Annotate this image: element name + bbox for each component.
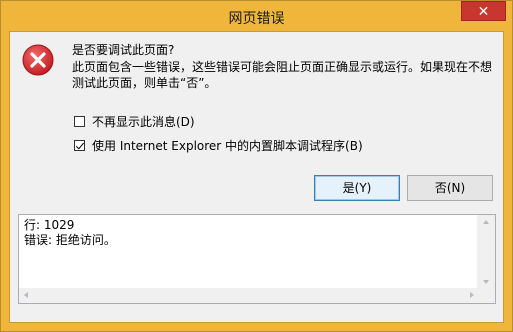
no-button[interactable]: 否(N) [407,175,493,201]
scroll-left-icon[interactable] [24,292,28,298]
message-body: 此页面包含一些错误，这些错误可能会阻止页面正确显示或运行。如果现在不想测试此页面… [72,60,493,90]
yes-button[interactable]: 是(Y) [314,175,400,201]
scroll-up-icon[interactable] [483,220,489,224]
horizontal-scrollbar[interactable] [19,288,479,303]
error-message: 错误: 拒绝访问。 [24,233,116,247]
error-icon [22,44,54,76]
checkbox-box[interactable] [74,116,85,127]
titlebar[interactable]: 网页错误 ✕ [1,1,512,31]
error-details-textbox[interactable]: 行: 1029 错误: 拒绝访问。 [18,214,496,304]
close-icon: ✕ [477,4,490,20]
checkbox-label: 不再显示此消息(D) [92,115,195,129]
checkbox-label: 使用 Internet Explorer 中的内置脚本调试程序(B) [92,139,363,153]
scroll-right-icon[interactable] [470,292,474,298]
dialog-body: 是否要调试此页面? 此页面包含一些错误，这些错误可能会阻止页面正确显示或运行。如… [9,31,504,323]
scrollbar-corner [478,288,495,303]
error-line: 行: 1029 [24,218,75,232]
message-text: 是否要调试此页面? 此页面包含一些错误，这些错误可能会阻止页面正确显示或运行。如… [72,42,497,91]
vertical-scrollbar[interactable] [477,215,495,289]
message-question: 是否要调试此页面? [72,43,175,57]
window-title: 网页错误 [228,11,285,27]
error-details-text: 行: 1029 错误: 拒绝访问。 [24,218,116,248]
scroll-down-icon[interactable] [483,280,489,284]
close-button[interactable]: ✕ [461,1,506,21]
dialog-window: 网页错误 ✕ 是否要调试此页面? 此页面包含一些错误，这些错误可能会阻止页面正确… [0,0,513,332]
checkbox-box[interactable] [74,140,85,151]
